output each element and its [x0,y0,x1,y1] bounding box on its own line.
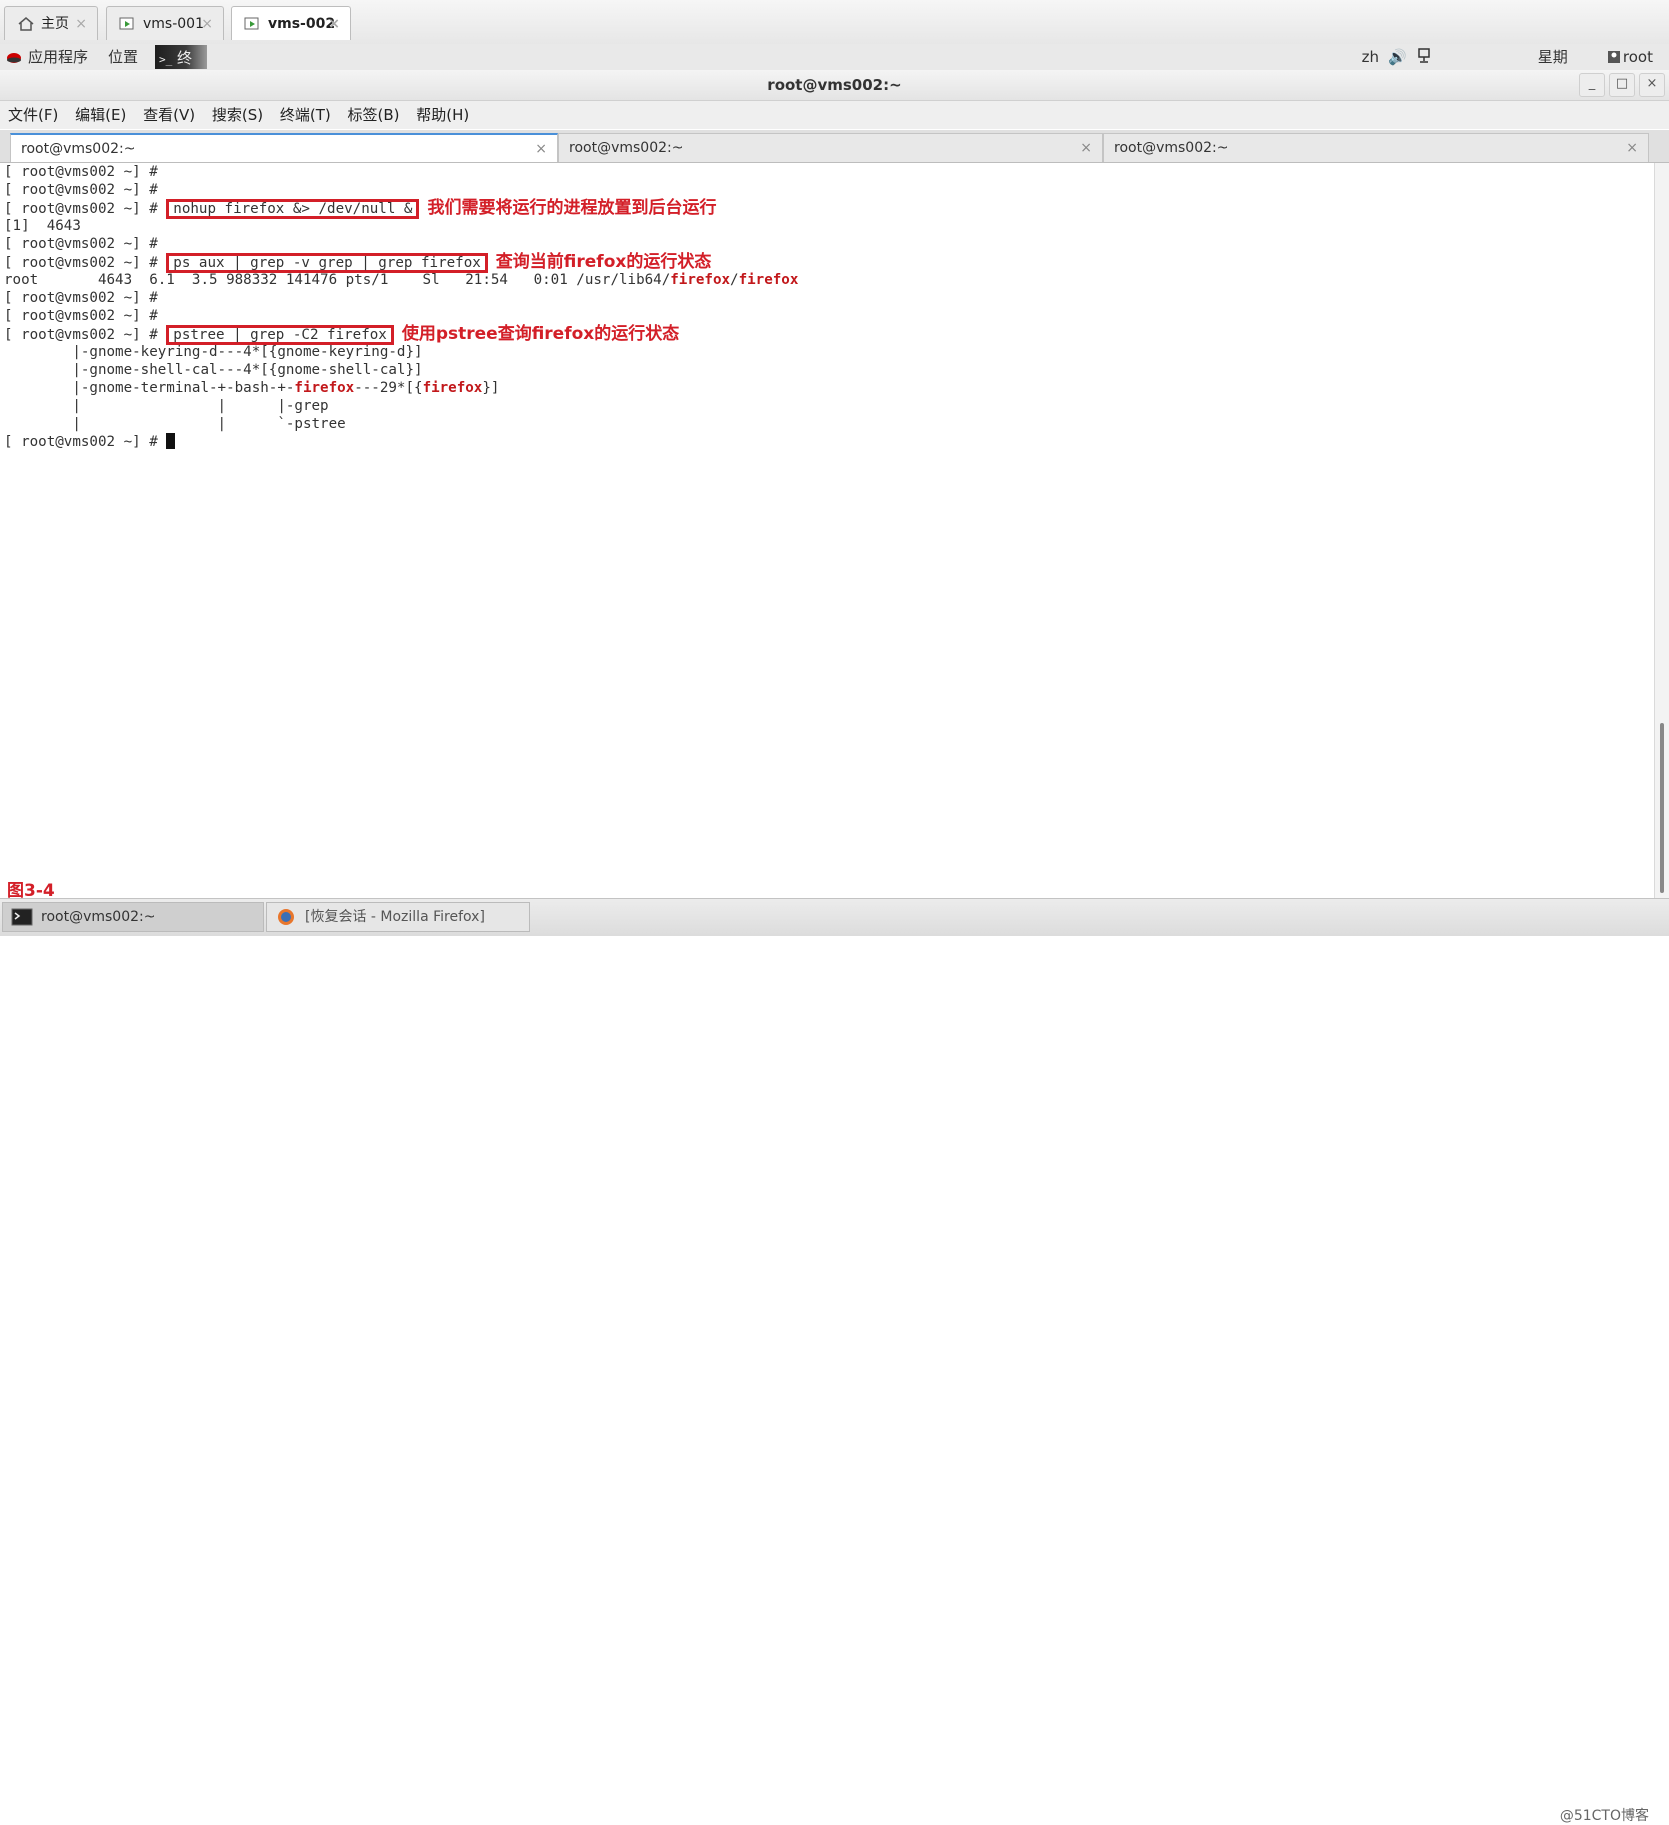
terminal-line: |-gnome-shell-cal---4*[{gnome-shell-cal}… [4,362,423,378]
home-icon [18,17,34,31]
network-icon[interactable] [1417,44,1431,70]
watermark: @51CTO博客 [1559,1808,1649,1824]
host-tab-vms-001[interactable]: vms-001 × [106,6,224,40]
host-tab-label: vms-002 [268,16,336,32]
command-highlight-box: ps aux | grep -v grep | grep firefox [166,253,488,273]
terminal-tab-label: root@vms002:~ [1114,140,1229,156]
terminal-tab-2[interactable]: root@vms002:~ × [558,133,1103,162]
taskbar-item-firefox[interactable]: [恢复会话 - Mozilla Firefox] [266,902,530,932]
annotation: 查询当前firefox的运行状态 [495,252,712,272]
terminal-scrollbar[interactable] [1654,163,1669,898]
terminal-line: [ root@vms002 ~] # [4,308,167,324]
terminal-line: |-gnome-keyring-d---4*[{gnome-keyring-d}… [4,344,423,360]
terminal-line: [ root@vms002 ~] # [4,290,167,306]
volume-icon[interactable]: 🔊 [1388,44,1407,70]
host-tab-vms-002[interactable]: vms-002 × [231,6,351,40]
close-icon[interactable]: × [535,135,547,163]
menu-edit[interactable]: 编辑(E) [75,101,126,129]
annotation: 使用pstree查询firefox的运行状态 [401,324,680,344]
host-tab-label: 主页 [41,16,69,32]
maximize-button[interactable]: □ [1609,73,1635,97]
close-icon[interactable]: × [75,7,87,41]
window-controls: _ □ × [1575,72,1665,97]
text-cursor [166,433,176,449]
terminal-tab-1[interactable]: root@vms002:~ × [10,133,558,162]
command-highlight-box: pstree | grep -C2 firefox [166,325,394,345]
host-tab-home[interactable]: 主页 × [4,6,98,40]
terminal-icon: >_ [159,53,173,66]
taskbar-item-label: [恢复会话 - Mozilla Firefox] [305,909,485,925]
terminal-tab-label: root@vms002:~ [569,140,684,156]
terminal-line: | | `-pstree [4,416,346,432]
menu-tabs[interactable]: 标签(B) [348,101,400,129]
terminal-tab-label: root@vms002:~ [21,141,136,157]
terminal-line: | | |-grep [4,398,329,414]
terminal-line: [1] 4643 [4,218,81,234]
gnome-top-panel: 应用程序 位置 >_ 终端 zh 🔊 星期五 21:57 root [0,44,1669,118]
bottom-taskbar: root@vms002:~ [恢复会话 - Mozilla Firefox] @… [0,898,1669,1824]
firefox-icon [278,909,294,925]
input-language[interactable]: zh [1362,44,1379,70]
terminal-tab-bar: root@vms002:~ × root@vms002:~ × root@vms00… [0,130,1669,163]
close-icon[interactable]: × [328,7,340,41]
terminal-line: [ root@vms002 ~] # ps aux | grep -v grep… [4,252,712,273]
command-highlight-box: nohup firefox &> /dev/null & [166,199,420,219]
minimize-button[interactable]: _ [1579,73,1605,97]
annotation: 我们需要将运行的进程放置到后台运行 [427,198,717,218]
host-tab-bar: 主页 × vms-001 × vms-002 × [0,0,1669,45]
terminal-icon [11,908,33,926]
close-icon[interactable]: × [1626,134,1638,162]
scrollbar-thumb[interactable] [1660,723,1664,893]
menu-help[interactable]: 帮助(H) [416,101,469,129]
terminal-launcher[interactable]: >_ 终端 [155,45,207,95]
menu-search[interactable]: 搜索(S) [212,101,263,129]
terminal-line: root 4643 6.1 3.5 988332 141476 pts/1 Sl… [4,272,799,288]
taskbar-item-terminal[interactable]: root@vms002:~ [2,902,264,932]
menu-file[interactable]: 文件(F) [8,101,58,129]
terminal-line: [ root@vms002 ~] # [4,164,167,180]
close-icon[interactable]: × [201,7,213,41]
applications-menu[interactable]: 应用程序 [28,44,88,70]
terminal-line: [ root@vms002 ~] # nohup firefox &> /dev… [4,198,717,219]
close-icon[interactable]: × [1080,134,1092,162]
vm-icon [119,17,134,30]
user-icon [1607,44,1621,70]
taskbar-item-label: root@vms002:~ [41,909,156,925]
places-menu[interactable]: 位置 [108,44,138,70]
terminal-line: [ root@vms002 ~] # pstree | grep -C2 fir… [4,324,680,345]
terminal-line: [ root@vms002 ~] # [4,433,176,451]
vm-icon [244,17,259,30]
redhat-icon [6,44,22,70]
menu-view[interactable]: 查看(V) [143,101,195,129]
menu-terminal[interactable]: 终端(T) [280,101,331,129]
window-title: root@vms002:~ [0,70,1669,101]
terminal-menubar: 文件(F) 编辑(E) 查看(V) 搜索(S) 终端(T) 标签(B) 帮助(H… [0,101,1669,129]
terminal-line: [ root@vms002 ~] # [4,182,167,198]
host-tab-label: vms-001 [143,16,204,32]
user-menu[interactable]: root [1623,44,1653,70]
terminal-line: [ root@vms002 ~] # [4,236,167,252]
terminal-output[interactable]: [ root@vms002 ~] # [ root@vms002 ~] # [ … [0,163,1655,898]
close-window-button[interactable]: × [1639,73,1665,97]
terminal-tab-3[interactable]: root@vms002:~ × [1103,133,1649,162]
terminal-line: |-gnome-terminal-+-bash-+-firefox---29*[… [4,380,500,396]
